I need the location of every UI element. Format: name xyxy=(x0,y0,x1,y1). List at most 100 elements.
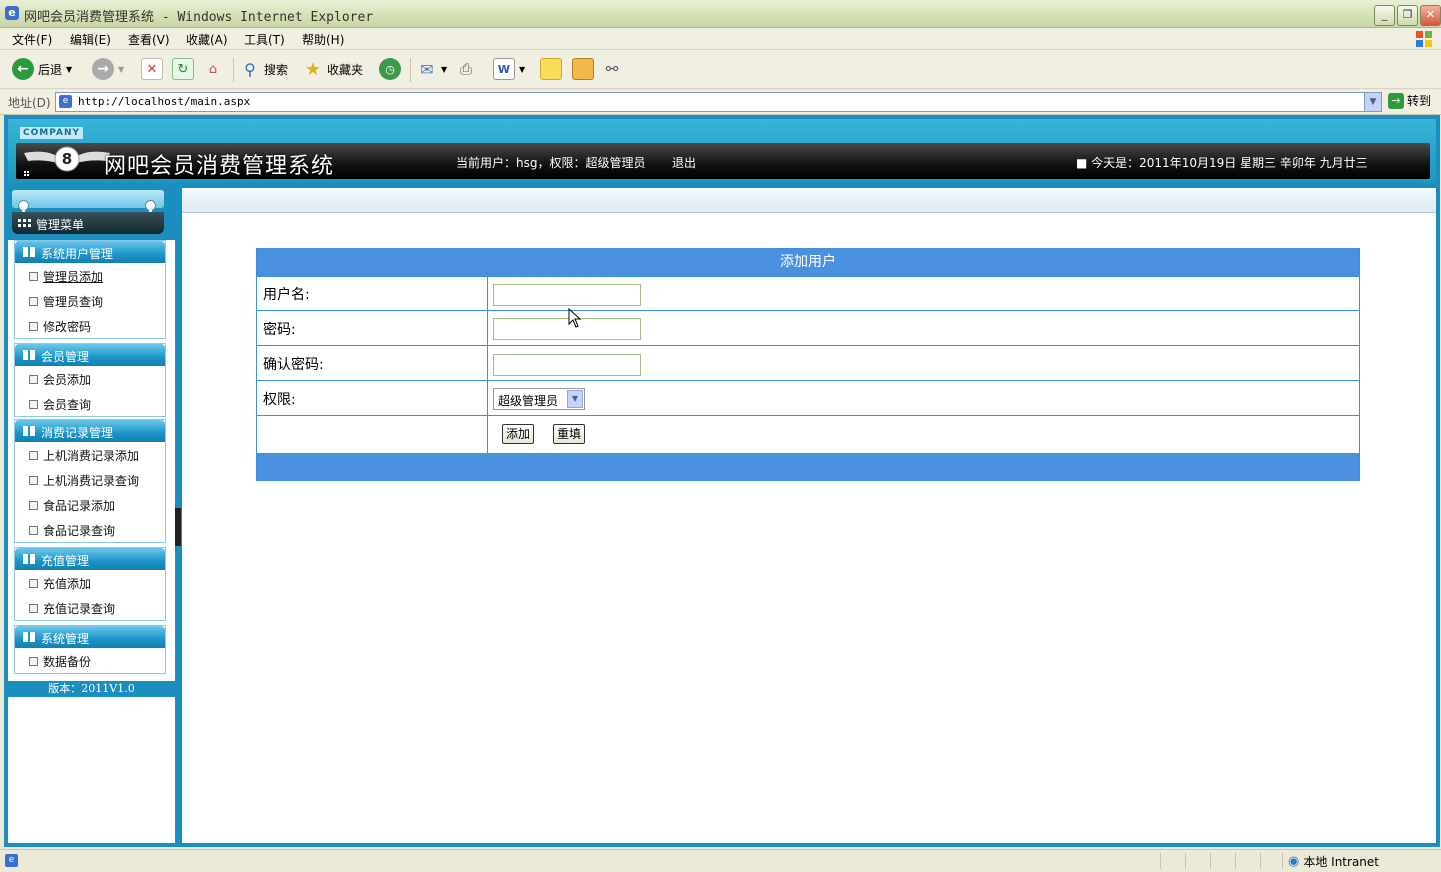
go-arrow-icon: → xyxy=(1388,92,1404,109)
refresh-button[interactable]: ↻ xyxy=(172,57,194,81)
web-page: COMPANY 8 网吧会员消费管理系统 当前用户：hsg，权限：超级管理员 退… xyxy=(4,115,1440,847)
pin-bar xyxy=(12,190,164,208)
status-divider xyxy=(1282,853,1283,869)
history-icon: ◷ xyxy=(379,58,401,80)
group-header[interactable]: 充值管理 xyxy=(15,548,165,570)
sidebar-item-online-query[interactable]: 上机消费记录查询 xyxy=(15,467,165,492)
history-button[interactable]: ◷ xyxy=(379,57,401,81)
edit-button[interactable]: W ▼ xyxy=(493,57,525,81)
sidebar-item-label: 充值记录查询 xyxy=(43,602,116,616)
address-label: 地址(D) xyxy=(8,96,51,110)
page-icon: e xyxy=(59,95,72,108)
sidebar-item-admin-query[interactable]: 管理员查询 xyxy=(15,288,165,313)
stop-button[interactable]: ✕ xyxy=(141,57,163,81)
current-user-info: 当前用户：hsg，权限：超级管理员 xyxy=(456,156,646,170)
close-button[interactable]: ✕ xyxy=(1420,5,1441,26)
menu-help[interactable]: 帮助(H) xyxy=(302,31,344,48)
group-header[interactable]: 系统用户管理 xyxy=(15,241,165,263)
status-divider xyxy=(1160,853,1161,869)
mail-icon: ✉ xyxy=(420,59,434,79)
date-info: ■ 今天是：2011年10月19日 星期三 辛卯年 九月廿三 xyxy=(1076,156,1368,170)
column-divider xyxy=(487,381,488,416)
add-button[interactable]: 添加 xyxy=(502,424,535,444)
sidebar-item-admin-add[interactable]: 管理员添加 xyxy=(15,263,165,288)
favorites-label: 收藏夹 xyxy=(327,62,364,77)
sidebar-item-member-query[interactable]: 会员查询 xyxy=(15,391,165,416)
research-button[interactable] xyxy=(572,57,594,81)
sidebar-item-food-add[interactable]: 食品记录添加 xyxy=(15,492,165,517)
sidebar-item-label: 管理员添加 xyxy=(43,270,104,284)
globe-icon: ◉ xyxy=(1288,854,1300,869)
word-icon: W xyxy=(493,58,515,80)
book-icon xyxy=(23,554,35,564)
note-icon xyxy=(540,58,562,80)
action-row: 添加 重填 xyxy=(257,415,1359,455)
bullet-icon xyxy=(29,375,38,384)
address-dropdown-icon[interactable]: ▼ xyxy=(1364,93,1381,111)
menu-tools[interactable]: 工具(T) xyxy=(244,31,285,48)
role-label: 权限: xyxy=(263,392,296,408)
logout-link[interactable]: 退出 xyxy=(672,154,696,171)
group-recharge: 充值管理 充值添加 充值记录查询 xyxy=(14,547,166,621)
forward-button[interactable]: → ▼ xyxy=(92,57,124,81)
sidebar-item-food-query[interactable]: 食品记录查询 xyxy=(15,517,165,542)
menu-favorites[interactable]: 收藏(A) xyxy=(186,31,228,48)
content-top-bar xyxy=(182,188,1436,213)
back-button[interactable]: ← 后退 ▼ xyxy=(12,57,72,81)
address-input[interactable]: e http://localhost/main.aspx ▼ xyxy=(55,92,1382,112)
bentley-logo-icon: 8 xyxy=(24,146,110,176)
group-title: 消费记录管理 xyxy=(41,426,114,440)
search-label: 搜索 xyxy=(264,62,289,77)
messenger-button[interactable]: ⚯ xyxy=(602,57,622,81)
zone-label: 本地 Intranet xyxy=(1303,855,1379,869)
toolbar-separator xyxy=(233,58,234,82)
print-button[interactable]: ⎙ xyxy=(456,57,476,81)
security-zone: ◉ 本地 Intranet xyxy=(1288,853,1379,870)
sidebar-item-recharge-query[interactable]: 充值记录查询 xyxy=(15,595,165,620)
notes-button[interactable] xyxy=(540,57,562,81)
windows-logo-icon xyxy=(1416,31,1432,47)
group-system: 系统管理 数据备份 xyxy=(14,625,166,674)
group-header[interactable]: 消费记录管理 xyxy=(15,420,165,442)
sidebar-item-recharge-add[interactable]: 充值添加 xyxy=(15,570,165,595)
favorites-button[interactable]: ★ 收藏夹 xyxy=(303,57,363,81)
sidebar-item-label: 修改密码 xyxy=(43,320,92,334)
password-input[interactable] xyxy=(493,318,641,340)
mail-button[interactable]: ✉ ▼ xyxy=(417,57,447,81)
bullet-icon xyxy=(29,526,38,535)
sidebar-item-backup[interactable]: 数据备份 xyxy=(15,648,165,673)
password-row: 密码: xyxy=(257,310,1359,346)
search-button[interactable]: ⚲ 搜索 xyxy=(240,57,288,81)
reset-button[interactable]: 重填 xyxy=(553,424,586,444)
group-header[interactable]: 系统管理 xyxy=(15,626,165,648)
password-label: 密码: xyxy=(263,322,296,338)
menu-edit[interactable]: 编辑(E) xyxy=(70,31,111,48)
collapse-sidebar-button[interactable] xyxy=(175,508,181,546)
username-input[interactable] xyxy=(493,284,641,306)
sidebar-item-label: 上机消费记录查询 xyxy=(43,474,140,488)
book-icon xyxy=(572,58,594,80)
form-title: 添加用户 xyxy=(257,249,1359,276)
home-button[interactable]: ⌂ xyxy=(203,57,223,81)
chevron-down-icon: ▼ xyxy=(567,390,583,408)
sidebar-item-label: 上机消费记录添加 xyxy=(43,449,140,463)
sidebar-item-member-add[interactable]: 会员添加 xyxy=(15,366,165,391)
bullet-icon xyxy=(29,476,38,485)
book-icon xyxy=(23,350,35,360)
menu-title: 管理菜单 xyxy=(36,218,85,232)
column-divider xyxy=(487,346,488,381)
sidebar-item-change-password[interactable]: 修改密码 xyxy=(15,313,165,338)
go-button[interactable]: → 转到 xyxy=(1388,92,1431,109)
group-title: 系统用户管理 xyxy=(41,247,114,261)
role-select[interactable]: 超级管理员 ▼ xyxy=(493,388,585,410)
toolbar-separator xyxy=(410,58,411,82)
menu-view[interactable]: 查看(V) xyxy=(128,31,170,48)
menu-file[interactable]: 文件(F) xyxy=(12,31,52,48)
minimize-button[interactable]: _ xyxy=(1374,5,1395,26)
group-header[interactable]: 会员管理 xyxy=(15,344,165,366)
confirm-password-input[interactable] xyxy=(493,354,641,376)
window-titlebar: e 网吧会员消费管理系统 - Windows Internet Explorer… xyxy=(0,0,1441,28)
sidebar-item-online-add[interactable]: 上机消费记录添加 xyxy=(15,442,165,467)
group-system-users: 系统用户管理 管理员添加 管理员查询 修改密码 xyxy=(14,240,166,339)
restore-button[interactable]: ❐ xyxy=(1397,5,1418,26)
